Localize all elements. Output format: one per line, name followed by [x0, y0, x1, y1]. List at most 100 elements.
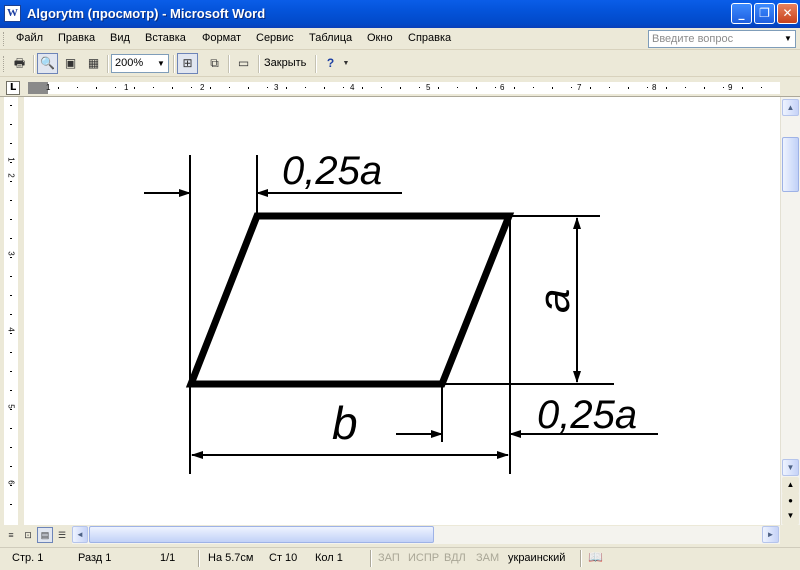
menu-tools[interactable]: Сервис	[256, 32, 294, 44]
label-side: a	[530, 289, 579, 313]
vertical-ruler[interactable]: 123456	[0, 97, 24, 525]
status-section[interactable]: Разд 1	[78, 552, 111, 564]
menu-table[interactable]: Таблица	[309, 32, 352, 44]
toolbar-separator	[107, 55, 109, 73]
status-overtype[interactable]: ЗАМ	[476, 552, 499, 564]
normal-view-icon[interactable]: ≡	[3, 527, 19, 543]
horizontal-scroll-thumb[interactable]	[89, 526, 434, 543]
vertical-ruler-tick	[10, 105, 12, 106]
ruler-tick	[191, 87, 192, 88]
scroll-down-button[interactable]: ▼	[782, 459, 799, 476]
one-page-icon[interactable]: ▣	[60, 53, 81, 74]
menu-edit[interactable]: Правка	[58, 32, 95, 44]
horizontal-scrollbar[interactable]: ◄ ►	[72, 526, 780, 544]
scroll-left-button[interactable]: ◄	[72, 526, 88, 543]
ruler-number: 9	[728, 83, 733, 92]
ruler-tick	[77, 87, 78, 88]
outline-view-icon[interactable]: ☰	[54, 527, 70, 543]
status-pages[interactable]: 1/1	[160, 552, 175, 564]
restore-button[interactable]: ❐	[754, 3, 775, 24]
ruler-tick	[647, 87, 648, 88]
vertical-scroll-thumb[interactable]	[782, 137, 799, 192]
ruler-tick	[286, 87, 287, 89]
full-screen-icon[interactable]: ▭	[233, 53, 254, 74]
status-column[interactable]: Кол 1	[315, 552, 343, 564]
vertical-ruler-tick	[10, 371, 12, 372]
menu-file[interactable]: Файл	[16, 32, 43, 44]
vertical-ruler-tick	[10, 485, 12, 486]
horizontal-ruler[interactable]: L 1 1 2 3 4 5 6 7 8 9	[0, 79, 800, 97]
toolbar-separator	[315, 55, 317, 73]
chevron-down-icon[interactable]: ▼	[155, 56, 167, 71]
print-layout-icon[interactable]: ▤	[37, 527, 53, 543]
minimize-button[interactable]: _	[731, 3, 752, 24]
vertical-ruler-tick	[10, 143, 12, 144]
ruler-left-margin[interactable]	[28, 82, 48, 94]
ruler-tick	[571, 87, 572, 88]
title-bar[interactable]: W Algorytm (просмотр) - Microsoft Word _…	[0, 0, 800, 28]
spelling-status-icon[interactable]: 📖	[588, 550, 603, 564]
menubar-grip[interactable]	[3, 32, 6, 46]
ruler-strip[interactable]: 1 1 2 3 4 5 6 7 8 9	[28, 82, 780, 94]
zoom-value: 200%	[115, 57, 144, 69]
word-app-icon[interactable]: W	[4, 5, 21, 22]
menu-format[interactable]: Формат	[202, 32, 241, 44]
menu-help[interactable]: Справка	[408, 32, 451, 44]
toolbar-separator	[258, 55, 260, 73]
web-layout-icon[interactable]: ⊡	[20, 527, 36, 543]
status-page[interactable]: Стр. 1	[12, 552, 43, 564]
scroll-up-button[interactable]: ▲	[782, 99, 799, 116]
tab-selector-button[interactable]: L	[6, 81, 20, 95]
help-question-input[interactable]: Введите вопрос ▼	[648, 30, 796, 48]
zoom-select[interactable]: 200% ▼	[111, 54, 169, 73]
ruler-number: 2	[200, 83, 205, 92]
vertical-ruler-tick	[10, 447, 12, 448]
ruler-tick	[305, 87, 306, 88]
ruler-tick	[457, 87, 458, 88]
ruler-tick	[229, 87, 230, 88]
scroll-right-button[interactable]: ►	[762, 526, 779, 543]
document-page[interactable]: 0,25a a b 0,25a	[24, 97, 780, 525]
ruler-tick	[514, 87, 515, 89]
status-track-changes[interactable]: ИСПР	[408, 552, 439, 564]
multiple-pages-icon[interactable]: ▦	[83, 53, 104, 74]
label-bottom: b	[332, 397, 358, 449]
ruler-tick	[704, 87, 705, 89]
label-top-offset: 0,25a	[282, 149, 382, 193]
ruler-tick	[628, 87, 629, 89]
vertical-ruler-strip[interactable]: 123456	[4, 97, 18, 525]
status-position[interactable]: На 5.7см	[208, 552, 253, 564]
magnifier-icon[interactable]: 🔍	[37, 53, 58, 74]
previous-page-button[interactable]: ▲	[782, 477, 799, 494]
vertical-scrollbar[interactable]: ▲ ▼ ▲ ● ▼	[780, 97, 800, 525]
toolbar-grip[interactable]	[3, 56, 6, 72]
status-line[interactable]: Ст 10	[269, 552, 297, 564]
print-icon[interactable]: 🖶	[9, 53, 30, 74]
chevron-down-icon[interactable]: ▼	[782, 32, 794, 46]
menu-view[interactable]: Вид	[110, 32, 130, 44]
close-preview-button[interactable]: Закрыть	[264, 57, 306, 69]
vertical-ruler-tick	[10, 124, 12, 125]
status-record-macro[interactable]: ЗАП	[378, 552, 400, 564]
close-button[interactable]: ✕	[777, 3, 798, 24]
ruler-tick	[381, 87, 382, 88]
ruler-tick	[609, 87, 610, 88]
context-help-icon[interactable]: ?	[320, 53, 341, 74]
label-bottom-offset: 0,25a	[537, 393, 637, 437]
vertical-ruler-tick	[10, 219, 12, 220]
print-preview-toolbar: 🖶 🔍 ▣ ▦ 200% ▼ ⊞ ⧉ ▭ Закрыть ? ▼	[0, 51, 800, 77]
vertical-ruler-tick	[10, 276, 12, 277]
status-extend-selection[interactable]: ВДЛ	[444, 552, 466, 564]
menu-window[interactable]: Окно	[367, 32, 393, 44]
ruler-tick	[115, 87, 116, 88]
shrink-to-fit-icon[interactable]: ⧉	[204, 53, 225, 74]
menu-insert[interactable]: Вставка	[145, 32, 186, 44]
view-ruler-icon[interactable]: ⊞	[177, 53, 198, 74]
next-page-button[interactable]: ▼	[782, 508, 799, 525]
vertical-ruler-number: 4	[6, 327, 16, 332]
toolbar-separator	[33, 55, 35, 73]
ruler-tick	[400, 87, 401, 89]
status-separator	[580, 550, 582, 567]
status-language[interactable]: украинский	[508, 552, 565, 564]
toolbar-options-icon[interactable]: ▼	[340, 53, 352, 74]
